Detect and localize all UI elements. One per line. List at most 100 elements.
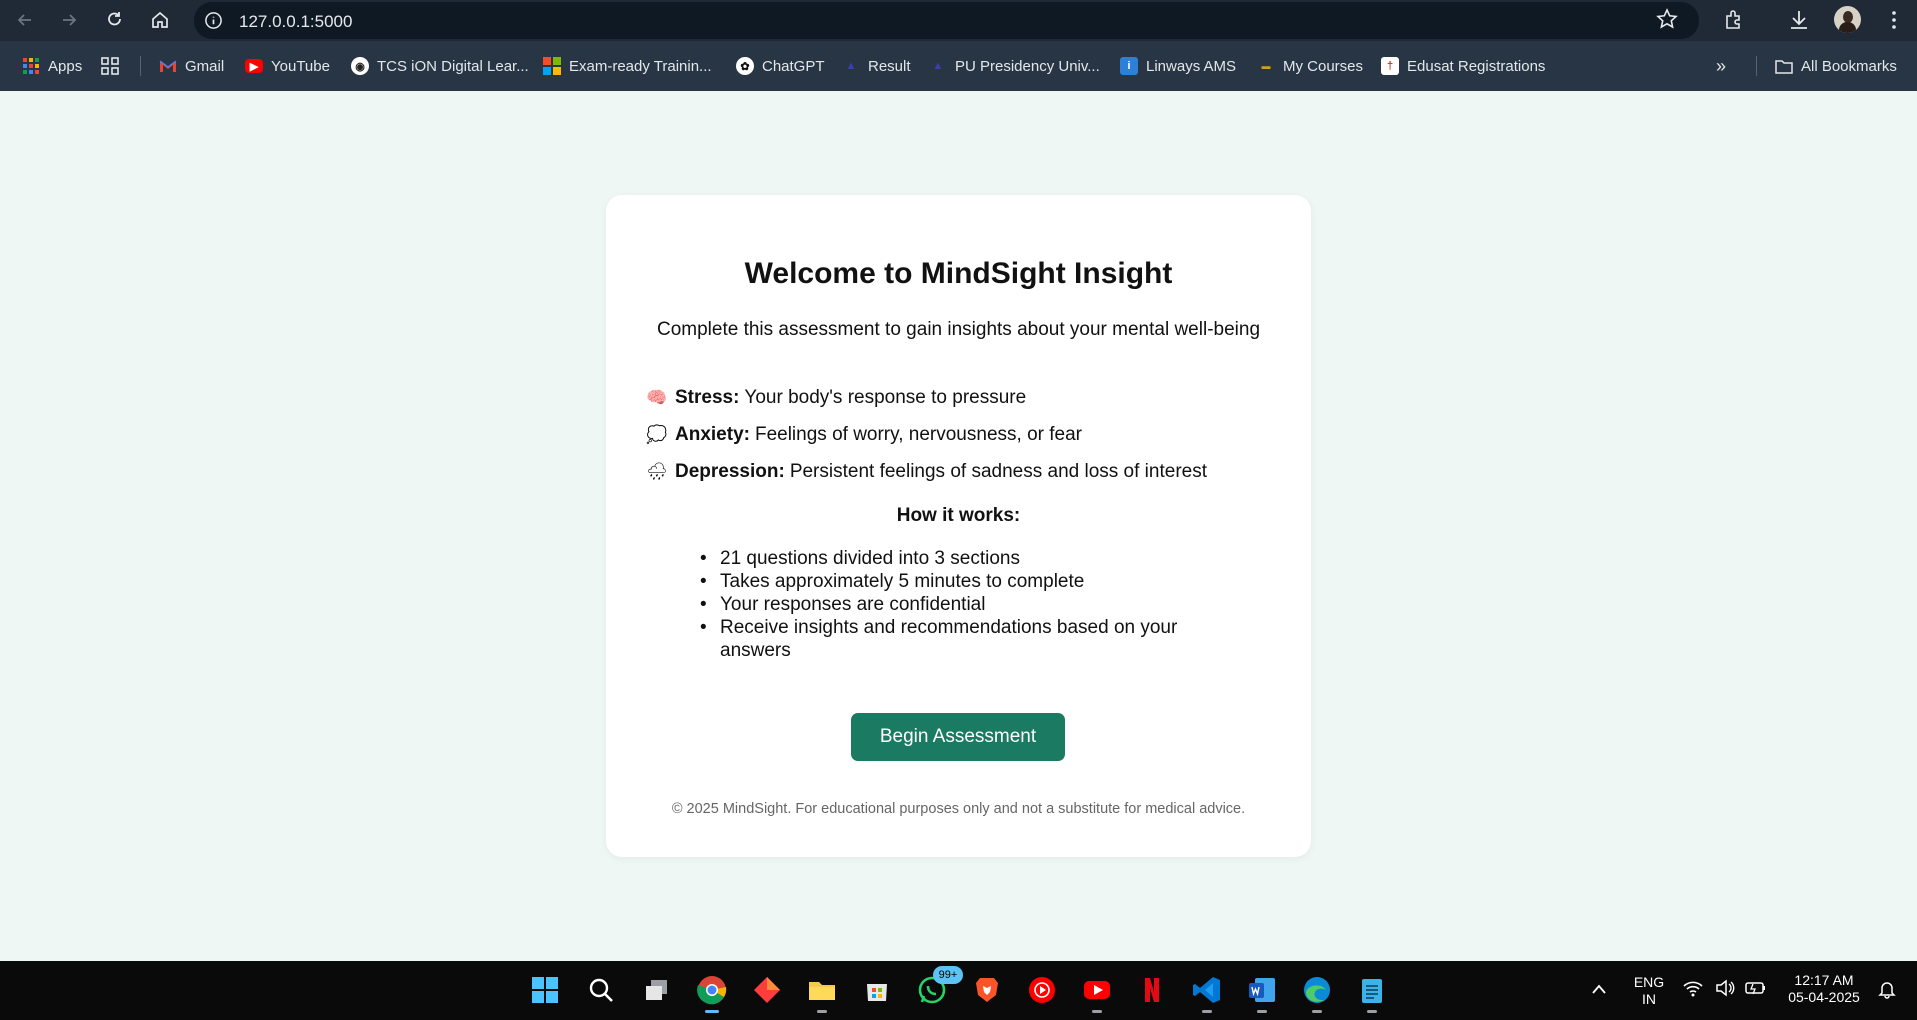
- vscode-icon: [1193, 977, 1220, 1003]
- bookmark-youtube[interactable]: ▶ YouTube: [245, 54, 330, 78]
- list-item: Takes approximately 5 minutes to complet…: [700, 570, 1240, 593]
- taskbar-whatsapp[interactable]: 99+: [915, 966, 963, 1007]
- tab-groups-icon: [101, 57, 119, 75]
- search-button[interactable]: [584, 973, 618, 1007]
- menu-kebab-icon[interactable]: [1882, 8, 1906, 32]
- bookmark-label: PU Presidency Univ...: [955, 57, 1100, 75]
- taskbar-netflix[interactable]: [1135, 973, 1169, 1007]
- region-code: IN: [1642, 991, 1656, 1007]
- taskbar-app-diamond[interactable]: [750, 973, 784, 1007]
- result-icon: ▲: [845, 60, 857, 72]
- definition-term: Stress:: [675, 387, 740, 408]
- taskbar-file-explorer[interactable]: [805, 973, 839, 1013]
- clock-time: 12:17 AM: [1794, 972, 1854, 988]
- bookmarks-divider: [140, 56, 141, 76]
- taskbar-brave[interactable]: [970, 973, 1004, 1007]
- extensions-icon[interactable]: [1722, 8, 1746, 32]
- definition-stress: 🧠 Stress: Your body's response to pressu…: [646, 387, 1026, 409]
- home-icon: [152, 11, 168, 28]
- page-subtitle: Complete this assessment to gain insight…: [656, 319, 1261, 340]
- taskbar-word[interactable]: [1245, 973, 1279, 1013]
- definition-term: Depression:: [675, 461, 785, 482]
- bookmark-star-icon[interactable]: [1656, 8, 1678, 30]
- taskbar-notepad[interactable]: [1355, 973, 1389, 1013]
- task-view-icon: [646, 980, 667, 1000]
- site-info-icon[interactable]: [204, 11, 223, 30]
- chevron-double-right-icon: »: [1716, 55, 1727, 76]
- clock[interactable]: 12:17 AM 05-04-2025: [1783, 972, 1865, 1006]
- forward-button[interactable]: [57, 8, 81, 32]
- running-indicator: [817, 1010, 827, 1013]
- definition-term: Anxiety:: [675, 424, 750, 445]
- youtube-music-icon: [1029, 977, 1055, 1003]
- downloads-icon[interactable]: [1787, 8, 1811, 32]
- folder-icon: [809, 982, 835, 1000]
- volume-icon[interactable]: [1715, 979, 1735, 997]
- bookmark-tcs-ion[interactable]: ◉ TCS iON Digital Lear...: [351, 54, 529, 78]
- tcs-icon: ◉: [351, 57, 369, 75]
- bookmark-label: Result: [868, 57, 911, 75]
- gmail-icon: [159, 57, 177, 75]
- definition-desc: Your body's response to pressure: [744, 387, 1027, 408]
- clock-date: 05-04-2025: [1788, 989, 1860, 1005]
- taskbar-edge[interactable]: [1300, 973, 1334, 1013]
- back-arrow-icon: [17, 14, 31, 26]
- wifi-icon[interactable]: [1683, 979, 1703, 997]
- bookmark-exam-ready[interactable]: Exam-ready Trainin...: [543, 54, 712, 78]
- browser-toolbar: 127.0.0.1:5000: [0, 0, 1917, 41]
- taskbar-store[interactable]: [860, 973, 894, 1007]
- task-view-button[interactable]: [640, 973, 674, 1007]
- address-bar[interactable]: 127.0.0.1:5000: [194, 2, 1699, 39]
- bookmark-label: Linways AMS: [1146, 57, 1237, 75]
- youtube-icon: [1084, 981, 1110, 999]
- url-text[interactable]: 127.0.0.1:5000: [239, 12, 352, 32]
- bookmarks-overflow-button[interactable]: »: [1716, 54, 1726, 78]
- bookmark-gmail[interactable]: Gmail: [159, 54, 224, 78]
- taskbar-youtube[interactable]: [1080, 973, 1114, 1013]
- list-item: 21 questions divided into 3 sections: [700, 547, 1240, 570]
- apps-grid-icon: [22, 57, 40, 75]
- profile-avatar[interactable]: [1834, 6, 1861, 33]
- running-indicator: [1257, 1010, 1267, 1013]
- bookmark-label: Edusat Registrations: [1407, 57, 1546, 75]
- bookmark-chatgpt[interactable]: ✿ ChatGPT: [736, 54, 825, 78]
- battery-icon[interactable]: [1745, 980, 1767, 996]
- notification-badge: 99+: [933, 966, 963, 984]
- bookmark-pu-presidency[interactable]: ▲ PU Presidency Univ...: [929, 54, 1100, 78]
- list-item: Receive insights and recommendations bas…: [700, 616, 1240, 662]
- forward-arrow-icon: [63, 14, 77, 26]
- chatgpt-icon: ✿: [736, 57, 754, 75]
- welcome-card: Welcome to MindSight Insight Complete th…: [606, 195, 1311, 857]
- folder-icon: [1775, 57, 1793, 75]
- notepad-icon: [1362, 979, 1382, 1003]
- start-button[interactable]: [528, 973, 562, 1007]
- definition-desc: Feelings of worry, nervousness, or fear: [754, 424, 1082, 445]
- thought-bubble-icon: 💭: [646, 425, 668, 444]
- taskbar-chrome[interactable]: [695, 973, 729, 1013]
- back-button[interactable]: [13, 8, 37, 32]
- bookmark-edusat[interactable]: † Edusat Registrations: [1381, 54, 1545, 78]
- notification-bell-icon[interactable]: [1877, 979, 1897, 999]
- all-bookmarks-button[interactable]: All Bookmarks: [1775, 54, 1897, 78]
- reload-button[interactable]: [103, 8, 127, 32]
- word-icon: [1249, 978, 1275, 1002]
- taskbar: 99+ ENG IN 12:17 AM 05-04-2025: [0, 961, 1917, 1020]
- home-button[interactable]: [148, 8, 172, 32]
- taskbar-youtube-music[interactable]: [1025, 973, 1059, 1007]
- bookmark-my-courses[interactable]: ▬ My Courses: [1257, 54, 1364, 78]
- definition-desc: Persistent feelings of sadness and loss …: [789, 461, 1207, 482]
- edge-icon: [1304, 977, 1330, 1003]
- chevron-up-icon[interactable]: [1591, 983, 1607, 995]
- bookmark-apps[interactable]: Apps: [22, 54, 82, 78]
- language-indicator[interactable]: ENG IN: [1628, 974, 1670, 1008]
- bookmark-result[interactable]: ▲ Result: [842, 54, 911, 78]
- pu-icon: ▲: [932, 60, 944, 72]
- how-it-works-list: 21 questions divided into 3 sections Tak…: [700, 547, 1240, 662]
- taskbar-vscode[interactable]: [1190, 973, 1224, 1013]
- edusat-icon: †: [1381, 57, 1399, 75]
- bookmark-label: ChatGPT: [762, 57, 825, 75]
- begin-assessment-button[interactable]: Begin Assessment: [851, 713, 1065, 761]
- bookmark-linways[interactable]: i Linways AMS: [1120, 54, 1236, 78]
- bookmark-tab-groups[interactable]: [101, 54, 127, 78]
- chrome-icon: [697, 976, 727, 1005]
